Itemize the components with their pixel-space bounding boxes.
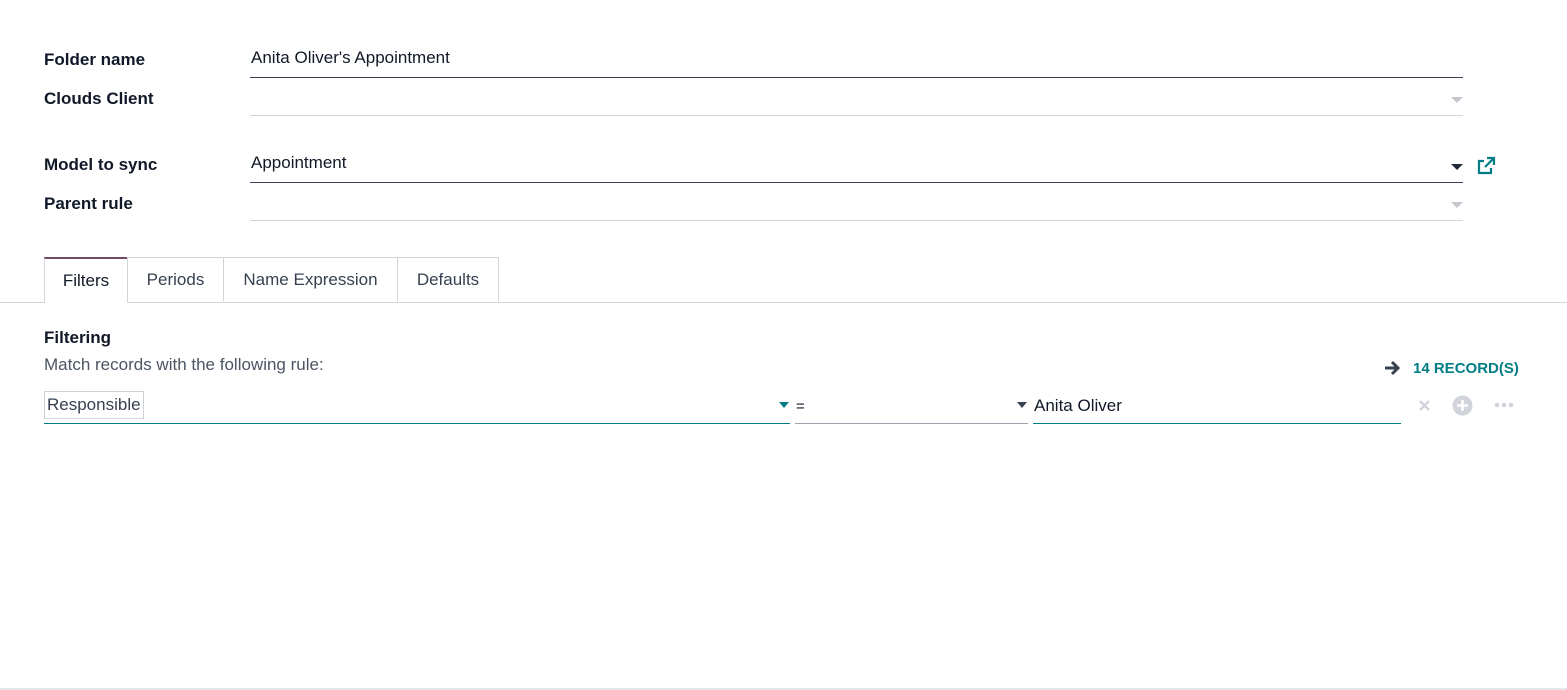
notebook-tabs: Filters Periods Name Expression Defaults — [0, 256, 1567, 303]
model-to-sync-value: Appointment — [251, 153, 347, 172]
tab-filters[interactable]: Filters — [44, 257, 128, 303]
external-link-icon[interactable] — [1476, 156, 1496, 176]
chevron-down-icon — [1017, 402, 1027, 408]
rule-operator-select[interactable]: = — [795, 390, 1028, 424]
arrow-right-icon — [1385, 360, 1401, 376]
rule-value-input[interactable]: Anita Oliver — [1033, 390, 1401, 424]
chevron-down-icon — [1451, 97, 1463, 103]
chevron-down-icon — [1451, 202, 1463, 208]
tab-defaults[interactable]: Defaults — [397, 257, 499, 301]
rule-path-value: Responsible — [44, 391, 144, 419]
parent-rule-select[interactable] — [250, 185, 1463, 221]
filtering-title: Filtering — [44, 328, 112, 347]
parent-rule-label: Parent rule — [44, 194, 133, 213]
model-to-sync-label: Model to sync — [44, 155, 158, 174]
chevron-down-icon — [1451, 164, 1463, 170]
clouds-client-select[interactable] — [250, 80, 1463, 116]
filtering-description: Match records with the following rule: — [44, 355, 324, 374]
model-to-sync-select[interactable]: Appointment — [250, 147, 1463, 183]
plus-circle-icon[interactable] — [1452, 395, 1473, 416]
close-icon[interactable] — [1418, 399, 1431, 412]
ellipsis-icon[interactable] — [1494, 401, 1514, 409]
tab-name-expression[interactable]: Name Expression — [223, 257, 398, 301]
records-link[interactable]: 14 RECORD(S) — [1383, 359, 1519, 377]
rule-operator-value: = — [796, 398, 805, 415]
rule-path-field[interactable]: Responsible — [44, 390, 790, 424]
folder-name-input[interactable]: Anita Oliver's Appointment — [250, 42, 1463, 78]
folder-name-label: Folder name — [44, 50, 146, 69]
folder-name-value: Anita Oliver's Appointment — [251, 48, 450, 67]
tab-periods[interactable]: Periods — [127, 257, 224, 301]
clouds-client-label: Clouds Client — [44, 89, 154, 108]
chevron-down-icon — [779, 402, 789, 408]
rule-value: Anita Oliver — [1034, 396, 1122, 415]
records-count: 14 RECORD(S) — [1413, 359, 1519, 377]
